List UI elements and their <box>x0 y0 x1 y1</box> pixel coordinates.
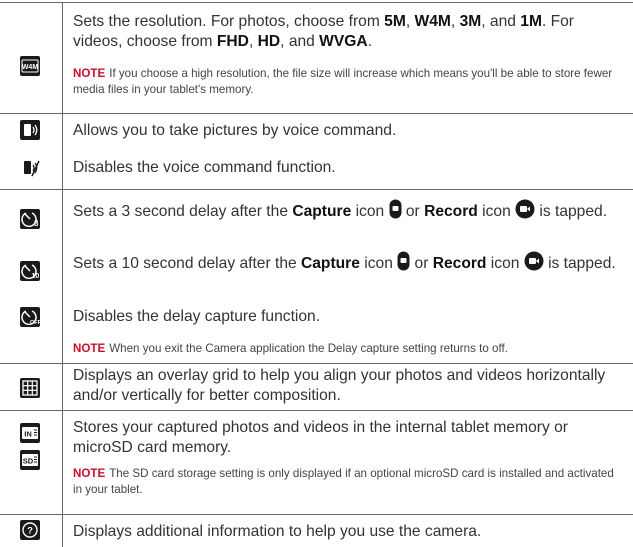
capture-icon <box>397 251 410 277</box>
timer-3-description: Sets a 3 second delay after the Capture … <box>73 199 623 225</box>
help-icon: ? <box>19 519 41 541</box>
note-label: NOTE <box>73 67 106 80</box>
internal-storage-label: IN <box>24 430 32 439</box>
timer-off-icon: OFF <box>19 306 42 328</box>
row-divider <box>0 189 633 190</box>
timer-3-icon: 3 <box>19 208 41 230</box>
svg-text:10: 10 <box>32 273 40 280</box>
row-divider <box>0 410 633 411</box>
timer-off-description: Disables the delay capture function. <box>73 308 321 325</box>
note-text: If you choose a high resolution, the fil… <box>73 67 613 96</box>
voice-shutter-off-icon <box>19 157 41 179</box>
record-icon <box>515 199 535 225</box>
timer-10-icon: 10 <box>19 260 41 282</box>
sd-storage-label: SD <box>23 457 34 466</box>
svg-text:OFF: OFF <box>30 320 41 326</box>
resolution-note: NOTE If you choose a high resolution, the… <box>73 66 618 98</box>
record-icon <box>524 251 544 277</box>
row-divider <box>0 514 633 515</box>
note-label: NOTE <box>73 467 106 480</box>
help-icon-glyph: ? <box>27 526 33 537</box>
w4m-icon-label: W4M <box>22 64 39 71</box>
voice-off-description: Disables the voice command function. <box>73 159 336 176</box>
row-divider <box>0 2 633 3</box>
storage-note: NOTE The SD card storage setting is only … <box>73 466 618 498</box>
note-label: NOTE <box>73 342 106 355</box>
capture-icon <box>389 199 402 225</box>
grid-icon <box>19 377 41 399</box>
sd-storage-icon: SD <box>19 449 41 471</box>
voice-on-description: Allows you to take pictures by voice com… <box>73 122 397 139</box>
w4m-resolution-icon: W4M <box>19 55 41 77</box>
help-description: Displays additional information to help … <box>73 523 482 540</box>
delay-note: NOTE When you exit the Camera application… <box>73 341 618 357</box>
note-text: The SD card storage setting is only disp… <box>73 467 614 496</box>
column-divider <box>62 2 63 547</box>
resolution-description: Sets the resolution. For photos, choose … <box>73 13 574 50</box>
timer-10-description: Sets a 10 second delay after the Capture… <box>73 251 623 277</box>
row-divider <box>0 113 633 114</box>
internal-storage-icon: IN <box>19 422 41 444</box>
voice-shutter-on-icon <box>19 119 41 141</box>
note-text: When you exit the Camera application the… <box>109 342 508 355</box>
grid-description: Displays an overlay grid to help you ali… <box>73 367 606 404</box>
row-divider <box>0 363 633 364</box>
svg-text:3: 3 <box>34 219 39 228</box>
storage-description: Stores your captured photos and videos i… <box>73 419 568 456</box>
